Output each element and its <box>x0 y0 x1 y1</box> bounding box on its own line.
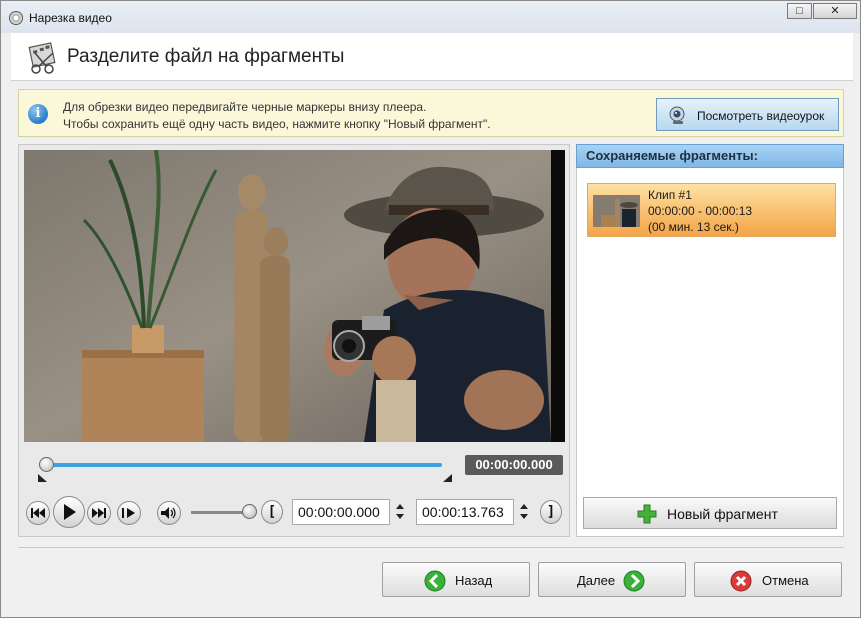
new-fragment-label: Новый фрагмент <box>667 506 778 522</box>
fragments-header: Сохраняемые фрагменты: <box>576 144 844 168</box>
new-fragment-button[interactable]: Новый фрагмент <box>583 497 837 529</box>
skip-forward-icon <box>92 508 106 518</box>
end-marker[interactable] <box>443 474 452 482</box>
step-frame-icon <box>122 508 135 518</box>
volume-slider-knob[interactable] <box>241 504 257 519</box>
next-button[interactable]: Далее <box>538 562 686 597</box>
title-bar: Нарезка видео □ ✕ <box>1 1 860 33</box>
cancel-button[interactable]: Отмена <box>694 562 842 597</box>
fragment-thumbnail <box>593 195 640 227</box>
fragments-list: Клип #1 00:00:00 - 00:00:13 (00 мин. 13 … <box>577 173 843 496</box>
arrow-right-icon <box>623 570 645 592</box>
plus-icon <box>637 504 657 524</box>
info-text-line1: Для обрезки видео передвигайте черные ма… <box>63 100 427 114</box>
back-button[interactable]: Назад <box>382 562 530 597</box>
start-time-down-icon[interactable] <box>396 514 404 519</box>
skip-back-icon <box>31 508 45 518</box>
info-text-line2: Чтобы сохранить ещё одну часть видео, на… <box>63 117 491 131</box>
fragment-title: Клип #1 <box>648 188 692 202</box>
skip-back-button[interactable] <box>26 501 50 525</box>
film-scissors-icon <box>28 42 56 74</box>
info-icon: i <box>28 104 48 124</box>
cancel-icon <box>730 570 752 592</box>
start-time-field[interactable]: 00:00:00.000 <box>292 499 390 525</box>
skip-forward-button[interactable] <box>87 501 111 525</box>
maximize-button[interactable]: □ <box>787 3 812 19</box>
fragments-panel: Сохраняемые фрагменты: Клип #1 00:00:00 … <box>576 144 844 537</box>
fragment-range: 00:00:00 - 00:00:13 <box>648 204 753 218</box>
end-time-spinner[interactable] <box>517 499 531 525</box>
watch-tutorial-button[interactable]: Посмотреть видеоурок <box>656 98 839 131</box>
timeline-playhead[interactable] <box>38 457 54 472</box>
start-marker[interactable] <box>38 474 47 482</box>
watch-tutorial-label: Посмотреть видеоурок <box>697 109 825 123</box>
start-time-spinner[interactable] <box>393 499 407 525</box>
step-frame-button[interactable] <box>117 501 141 525</box>
timeline-track[interactable] <box>46 463 442 467</box>
current-time-display: 00:00:00.000 <box>465 455 563 475</box>
play-button[interactable] <box>53 496 85 528</box>
set-end-button[interactable]: ] <box>540 500 562 524</box>
footer-separator <box>18 547 844 548</box>
back-label: Назад <box>455 573 493 588</box>
start-time-up-icon[interactable] <box>396 504 404 509</box>
app-icon <box>9 11 23 25</box>
end-time-field[interactable]: 00:00:13.763 <box>416 499 514 525</box>
arrow-left-icon <box>424 570 446 592</box>
video-frame-image <box>24 150 565 442</box>
volume-button[interactable] <box>157 501 181 525</box>
page-title: Разделите файл на фрагменты <box>67 46 345 67</box>
video-preview <box>24 150 565 442</box>
play-icon <box>64 504 76 520</box>
speaker-icon <box>161 507 176 519</box>
window-title: Нарезка видео <box>29 11 112 25</box>
fragment-duration: (00 мин. 13 сек.) <box>648 220 739 234</box>
fragment-item[interactable]: Клип #1 00:00:00 - 00:00:13 (00 мин. 13 … <box>587 183 836 237</box>
info-bar: i Для обрезки видео передвигайте черные … <box>18 89 844 137</box>
page-header: Разделите файл на фрагменты <box>11 33 853 81</box>
video-cut-window: Нарезка видео □ ✕ Разделите файл на фраг… <box>0 0 861 618</box>
webcam-icon <box>669 106 685 124</box>
cancel-label: Отмена <box>762 573 809 588</box>
next-label: Далее <box>577 573 616 588</box>
close-button[interactable]: ✕ <box>813 3 857 19</box>
player-panel: 00:00:00.000 [00:00:00.000 00:00:13.763… <box>18 144 570 537</box>
set-start-button[interactable]: [ <box>261 500 283 524</box>
end-time-up-icon[interactable] <box>520 504 528 509</box>
end-time-down-icon[interactable] <box>520 514 528 519</box>
